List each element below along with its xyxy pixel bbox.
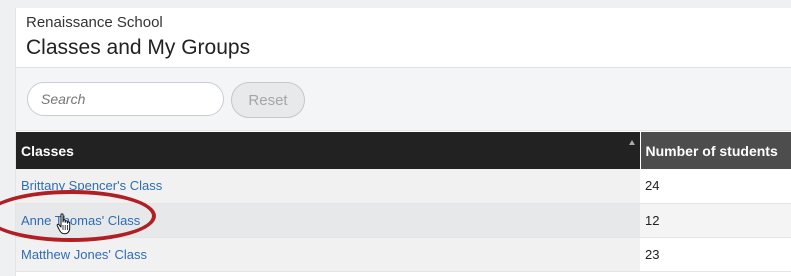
- column-header-label: Classes: [21, 142, 74, 159]
- table-row: Brittany Spencer's Class 24: [16, 169, 791, 204]
- column-header-classes[interactable]: Classes: [16, 132, 640, 169]
- page-header: Renaissance School Classes and My Groups: [16, 8, 791, 68]
- class-link[interactable]: Anne Thomas' Class: [21, 213, 140, 228]
- class-name-cell: Anne Thomas' Class: [16, 203, 640, 238]
- reset-button[interactable]: Reset: [231, 82, 305, 118]
- school-name: Renaissance School: [26, 14, 163, 31]
- search-toolbar: Reset: [16, 68, 791, 131]
- class-name-cell: Brittany Spencer's Class: [16, 169, 640, 204]
- student-count-cell: 23: [640, 237, 791, 272]
- table-header-row: Classes Number of students: [16, 132, 791, 169]
- class-link[interactable]: Matthew Jones' Class: [21, 247, 147, 262]
- class-link[interactable]: Brittany Spencer's Class: [21, 178, 162, 193]
- sort-ascending-icon[interactable]: [628, 140, 635, 145]
- search-input[interactable]: [27, 82, 224, 116]
- column-header-students[interactable]: Number of students: [639, 132, 791, 169]
- student-count-cell: 24: [640, 169, 791, 204]
- column-header-label: Number of students: [645, 142, 778, 159]
- table-row: Anne Thomas' Class 12: [16, 203, 791, 238]
- class-name-cell: Matthew Jones' Class: [16, 237, 640, 272]
- page-title: Classes and My Groups: [26, 36, 251, 59]
- table-row: Matthew Jones' Class 23: [16, 237, 791, 272]
- classes-page: Renaissance School Classes and My Groups…: [15, 8, 791, 276]
- student-count-cell: 12: [640, 203, 791, 238]
- classes-table: Classes Number of students Brittany Spen…: [16, 132, 791, 272]
